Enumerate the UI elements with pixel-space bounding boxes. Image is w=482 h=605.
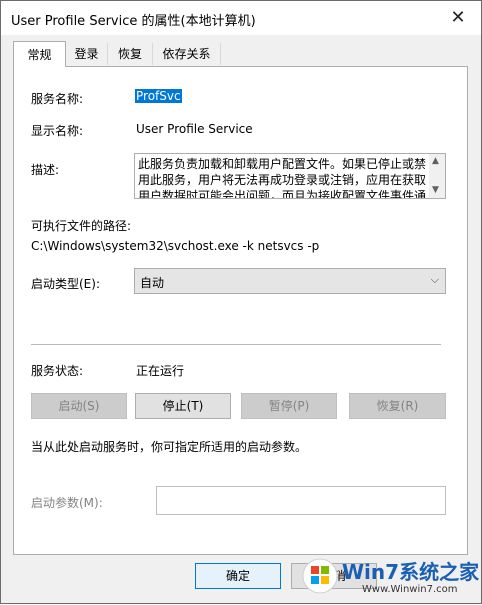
startup-type-label: 启动类型(E): — [31, 277, 100, 291]
tab-general-label: 常规 — [27, 48, 52, 62]
start-params-label: 启动参数(M): — [31, 496, 103, 510]
exe-path-label: 可执行文件的路径: — [31, 219, 132, 233]
tab-dependencies-label: 依存关系 — [162, 47, 211, 61]
properties-dialog: User Profile Service 的属性(本地计算机) ✕ 常规 登录 … — [0, 0, 482, 604]
description-text: 此服务负责加载和卸载用户配置文件。如果已停止或禁用此服务，用户将无法再成功登录或… — [138, 157, 427, 199]
start-button[interactable]: 启动(S) — [31, 393, 127, 419]
scroll-down-icon[interactable]: ▼ — [432, 185, 439, 195]
tab-recovery-label: 恢复 — [117, 47, 142, 61]
window-title: User Profile Service 的属性(本地计算机) — [11, 14, 256, 29]
display-name-value: User Profile Service — [136, 122, 253, 136]
hint-text: 当从此处启动服务时，你可指定所适用的启动参数。 — [31, 440, 308, 454]
exe-path-value: C:\Windows\system32\svchost.exe -k netsv… — [31, 239, 320, 253]
description-label: 描述: — [31, 163, 60, 177]
cancel-button[interactable]: 取消 — [291, 563, 377, 589]
general-panel — [13, 66, 468, 555]
start-params-input[interactable] — [156, 486, 446, 515]
scroll-up-icon[interactable]: ▲ — [432, 156, 439, 166]
pause-button[interactable]: 暂停(P) — [241, 393, 337, 419]
separator — [31, 344, 441, 345]
tab-general[interactable]: 常规 — [13, 41, 66, 67]
close-icon: ✕ — [450, 7, 466, 28]
tab-logon[interactable]: 登录 — [66, 43, 108, 65]
service-status-label: 服务状态: — [31, 364, 84, 378]
description-textbox[interactable]: 此服务负责加载和卸载用户配置文件。如果已停止或禁用此服务，用户将无法再成功登录或… — [134, 153, 446, 199]
tab-recovery[interactable]: 恢复 — [108, 43, 153, 65]
startup-type-value: 自动 — [140, 276, 165, 290]
service-name-text: ProfSvc — [135, 89, 182, 103]
display-name-label: 显示名称: — [31, 124, 84, 138]
stop-button[interactable]: 停止(T) — [135, 393, 231, 419]
tab-dependencies[interactable]: 依存关系 — [153, 43, 221, 65]
tab-logon-label: 登录 — [74, 47, 99, 61]
startup-type-select[interactable]: 自动 ⌵ — [134, 268, 446, 294]
service-status-value: 正在运行 — [136, 364, 185, 378]
resume-button[interactable]: 恢复(R) — [349, 393, 446, 419]
chevron-down-icon: ⌵ — [430, 273, 439, 286]
ok-button[interactable]: 确定 — [195, 563, 281, 589]
description-scrollbar[interactable]: ▲ ▼ — [429, 154, 445, 198]
service-name-label: 服务名称: — [31, 92, 84, 106]
service-name-value[interactable]: ProfSvc — [135, 89, 182, 103]
close-button[interactable]: ✕ — [435, 1, 481, 35]
title-bar: User Profile Service 的属性(本地计算机) ✕ — [1, 1, 481, 35]
